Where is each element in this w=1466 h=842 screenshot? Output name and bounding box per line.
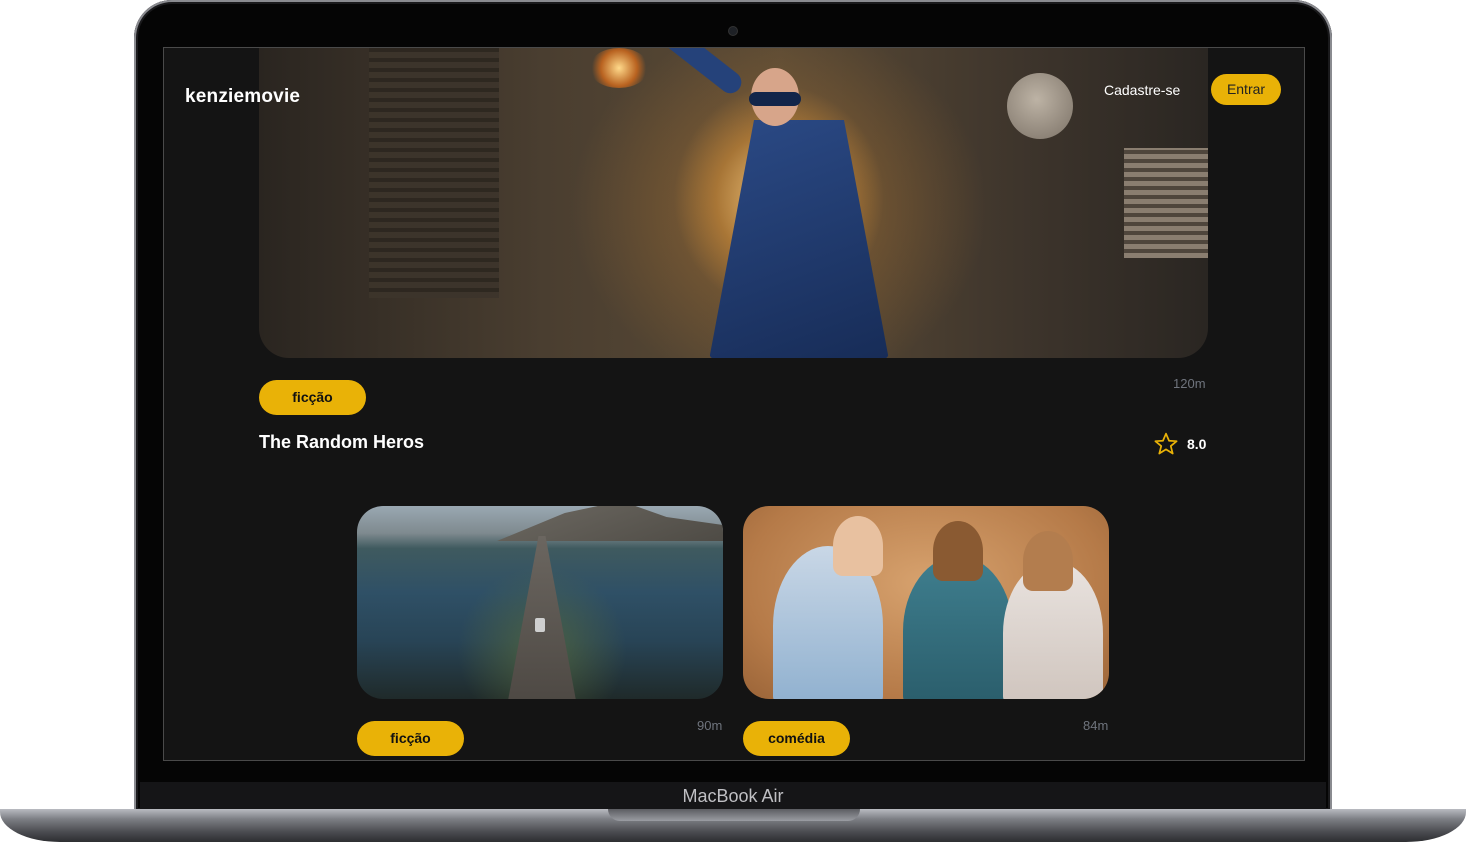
brand-logo[interactable]: kenziemovie [185, 86, 300, 108]
star-outline-icon [1154, 432, 1178, 455]
signup-link[interactable]: Cadastre-se [1104, 81, 1180, 99]
movie-card-image[interactable] [743, 506, 1109, 699]
featured-title[interactable]: The Random Heros [259, 432, 424, 453]
featured-duration: 120m [1173, 376, 1206, 391]
camera-icon [729, 27, 737, 35]
movie-genre-tag[interactable]: comédia [743, 721, 850, 756]
featured-genre-tag[interactable]: ficção [259, 380, 366, 415]
banner-hero-figure [629, 48, 909, 358]
movie-duration: 84m [1083, 718, 1109, 733]
featured-rating: 8.0 [1153, 431, 1206, 457]
login-button[interactable]: Entrar [1211, 74, 1281, 105]
banner-shutter-left [369, 48, 499, 298]
banner-shutter-right [1124, 148, 1208, 258]
laptop-label: MacBook Air [140, 782, 1326, 810]
banner-wall-clock [1007, 73, 1073, 139]
movie-card-image[interactable] [357, 506, 723, 699]
app-screen: kenziemovie Cadastre-se Entrar ficção 12… [164, 48, 1304, 760]
banner-flame [589, 48, 649, 88]
movie-duration: 90m [697, 718, 723, 733]
laptop-notch [608, 809, 860, 821]
movie-genre-tag[interactable]: ficção [357, 721, 464, 756]
rating-value: 8.0 [1187, 436, 1207, 452]
featured-movie-banner[interactable] [259, 48, 1208, 358]
